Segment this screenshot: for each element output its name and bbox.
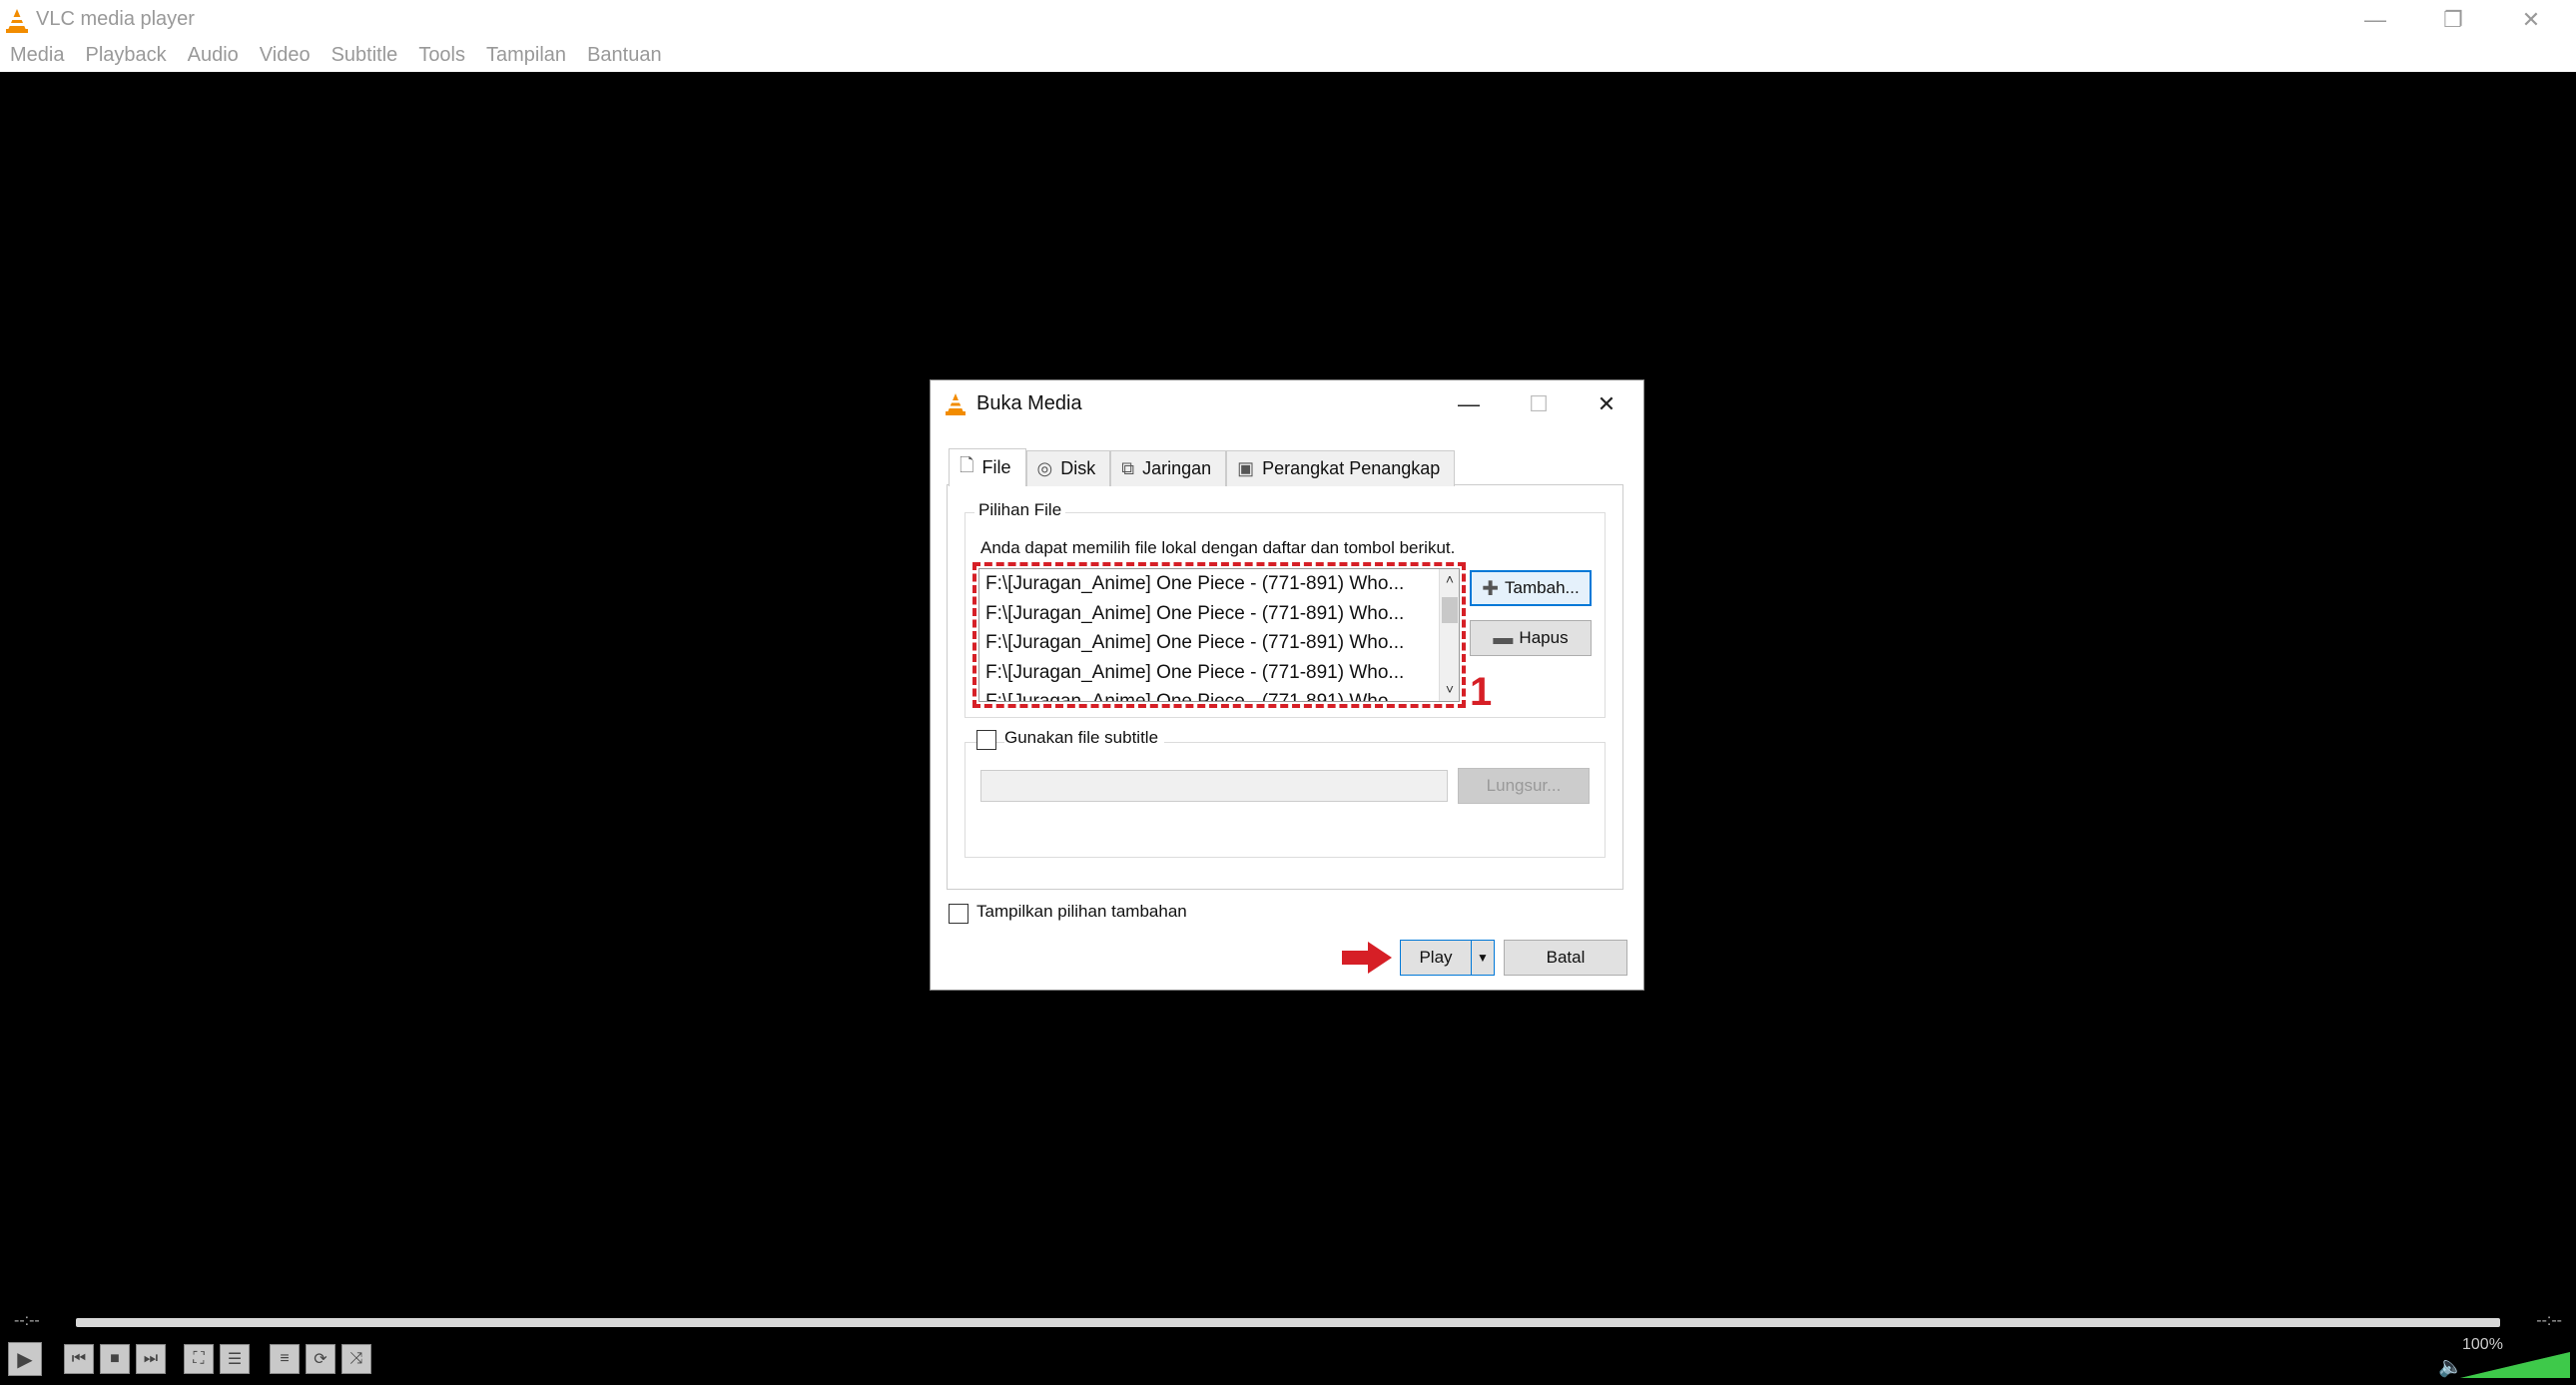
scroll-up-icon[interactable]: ˄ bbox=[1440, 571, 1459, 587]
open-media-dialog: Buka Media — ☐ ✕ 🗋 File ◎ Disk ⧉ Jaringa… bbox=[930, 379, 1644, 991]
remove-file-button[interactable]: ▬ Hapus bbox=[1470, 620, 1592, 656]
dialog-title: Buka Media bbox=[976, 392, 1082, 414]
network-icon: ⧉ bbox=[1121, 458, 1135, 478]
equalizer-icon: ☰ bbox=[227, 1351, 243, 1368]
play-icon: ▶ bbox=[17, 1348, 33, 1371]
window-titlebar: VLC media player — ❐ ✕ bbox=[0, 0, 2576, 40]
vlc-cone-icon bbox=[6, 9, 28, 33]
fullscreen-button[interactable]: ⛶ bbox=[184, 1344, 214, 1374]
use-subtitle-label: Gunakan file subtitle bbox=[1004, 728, 1165, 748]
disc-icon: ◎ bbox=[1036, 458, 1053, 478]
shuffle-button[interactable]: ⤨ bbox=[341, 1344, 371, 1374]
add-file-button[interactable]: ✚ Tambah... bbox=[1470, 570, 1592, 606]
remove-file-label: Hapus bbox=[1519, 628, 1569, 647]
previous-button[interactable]: ⏮ bbox=[64, 1344, 94, 1374]
menu-video[interactable]: Video bbox=[260, 40, 311, 72]
file-list-scrollbar[interactable]: ˄ ˅ bbox=[1439, 569, 1459, 701]
dialog-maximize-button: ☐ bbox=[1504, 386, 1574, 422]
maximize-icon: ☐ bbox=[1529, 391, 1549, 416]
tab-capture-device-label: Perangkat Penangkap bbox=[1262, 458, 1441, 478]
menu-tools[interactable]: Tools bbox=[418, 40, 465, 72]
menu-help[interactable]: Bantuan bbox=[587, 40, 662, 72]
stop-icon: ■ bbox=[110, 1350, 120, 1367]
menu-bar: Media Playback Audio Video Subtitle Tool… bbox=[0, 40, 2576, 72]
total-time: --:-- bbox=[2536, 1312, 2562, 1329]
play-options-dropdown[interactable]: ▼ bbox=[1471, 940, 1495, 976]
extended-settings-button[interactable]: ☰ bbox=[220, 1344, 250, 1374]
play-button[interactable]: Play bbox=[1400, 940, 1472, 976]
minimize-icon: — bbox=[1458, 391, 1480, 416]
seek-slider[interactable] bbox=[76, 1318, 2500, 1327]
tab-file[interactable]: 🗋 File bbox=[949, 448, 1026, 486]
file-list-item[interactable]: F:\[Juragan_Anime] One Piece - (771-891)… bbox=[979, 658, 1459, 688]
menu-media[interactable]: Media bbox=[10, 40, 64, 72]
seek-row: --:-- --:-- bbox=[0, 1310, 2576, 1334]
shuffle-icon: ⤨ bbox=[349, 1350, 363, 1367]
loop-icon: ⟳ bbox=[314, 1351, 327, 1368]
dialog-close-button[interactable]: ✕ bbox=[1572, 386, 1641, 422]
dialog-titlebar: Buka Media — ☐ ✕ bbox=[931, 380, 1643, 428]
plus-icon: ✚ bbox=[1482, 577, 1500, 600]
dialog-minimize-button[interactable]: — bbox=[1434, 386, 1504, 422]
file-selection-description: Anda dapat memilih file lokal dengan daf… bbox=[980, 538, 1456, 557]
close-icon: ✕ bbox=[2521, 7, 2541, 32]
add-file-label: Tambah... bbox=[1505, 578, 1580, 597]
loop-button[interactable]: ⟳ bbox=[306, 1344, 335, 1374]
file-icon: 🗋 bbox=[960, 454, 974, 475]
fullscreen-icon: ⛶ bbox=[193, 1350, 205, 1367]
previous-icon: ⏮ bbox=[71, 1350, 87, 1367]
more-options-label: Tampilkan pilihan tambahan bbox=[976, 902, 1187, 921]
file-selection-title: Pilihan File bbox=[974, 500, 1066, 520]
menu-view[interactable]: Tampilan bbox=[486, 40, 566, 72]
next-icon: ⏭ bbox=[143, 1350, 159, 1367]
tab-disc-label: Disk bbox=[1060, 458, 1096, 478]
volume-slider[interactable] bbox=[2460, 1352, 2570, 1378]
elapsed-time: --:-- bbox=[14, 1312, 40, 1329]
minimize-button[interactable]: — bbox=[2336, 0, 2414, 40]
restore-button[interactable]: ❐ bbox=[2414, 0, 2492, 40]
browse-subtitle-button: Lungsur... bbox=[1458, 768, 1590, 804]
dropdown-arrow-icon: ▼ bbox=[1477, 951, 1489, 965]
playlist-icon: ≡ bbox=[280, 1350, 290, 1367]
menu-audio[interactable]: Audio bbox=[188, 40, 239, 72]
use-subtitle-checkbox[interactable] bbox=[976, 730, 996, 750]
tab-capture-device[interactable]: ▣ Perangkat Penangkap bbox=[1226, 450, 1456, 486]
file-list-item[interactable]: F:\[Juragan_Anime] One Piece - (771-891)… bbox=[979, 599, 1459, 629]
menu-playback[interactable]: Playback bbox=[85, 40, 166, 72]
more-options-checkbox[interactable] bbox=[949, 904, 968, 924]
restore-icon: ❐ bbox=[2443, 7, 2463, 32]
next-button[interactable]: ⏭ bbox=[136, 1344, 166, 1374]
minimize-icon: — bbox=[2364, 7, 2386, 32]
tab-network-label: Jaringan bbox=[1142, 458, 1212, 478]
file-list[interactable]: F:\[Juragan_Anime] One Piece - (771-891)… bbox=[978, 568, 1460, 702]
playback-controls: ▶ ⏮ ■ ⏭ ⛶ ☰ ≡ ⟳ ⤨ 🔈 100% bbox=[0, 1334, 2576, 1385]
close-button[interactable]: ✕ bbox=[2492, 0, 2570, 40]
scroll-thumb[interactable] bbox=[1442, 597, 1458, 623]
stop-button[interactable]: ■ bbox=[100, 1344, 130, 1374]
tab-file-label: File bbox=[981, 457, 1011, 477]
play-button[interactable]: ▶ bbox=[8, 1342, 42, 1376]
tab-disc[interactable]: ◎ Disk bbox=[1025, 450, 1111, 486]
annotation-arrow-icon bbox=[1342, 942, 1392, 974]
dialog-tabs: 🗋 File ◎ Disk ⧉ Jaringan ▣ Perangkat Pen… bbox=[949, 448, 1456, 486]
menu-subtitle[interactable]: Subtitle bbox=[331, 40, 398, 72]
annotation-number: 1 bbox=[1470, 670, 1493, 714]
minus-icon: ▬ bbox=[1493, 626, 1514, 649]
scroll-down-icon[interactable]: ˅ bbox=[1440, 681, 1459, 697]
file-list-item[interactable]: F:\[Juragan_Anime] One Piece - (771-891)… bbox=[979, 628, 1459, 658]
vlc-cone-icon bbox=[946, 393, 966, 415]
tab-network[interactable]: ⧉ Jaringan bbox=[1110, 450, 1227, 486]
window-title: VLC media player bbox=[36, 8, 195, 30]
close-icon: ✕ bbox=[1597, 391, 1616, 416]
playlist-button[interactable]: ≡ bbox=[270, 1344, 300, 1374]
cancel-button[interactable]: Batal bbox=[1504, 940, 1627, 976]
capture-device-icon: ▣ bbox=[1237, 458, 1255, 478]
subtitle-path-input bbox=[980, 770, 1448, 802]
file-list-item[interactable]: F:\[Juragan_Anime] One Piece - (771-891)… bbox=[979, 569, 1459, 599]
file-list-item[interactable]: F:\[Juragan_Anime] One Piece - (771-891)… bbox=[979, 687, 1459, 701]
